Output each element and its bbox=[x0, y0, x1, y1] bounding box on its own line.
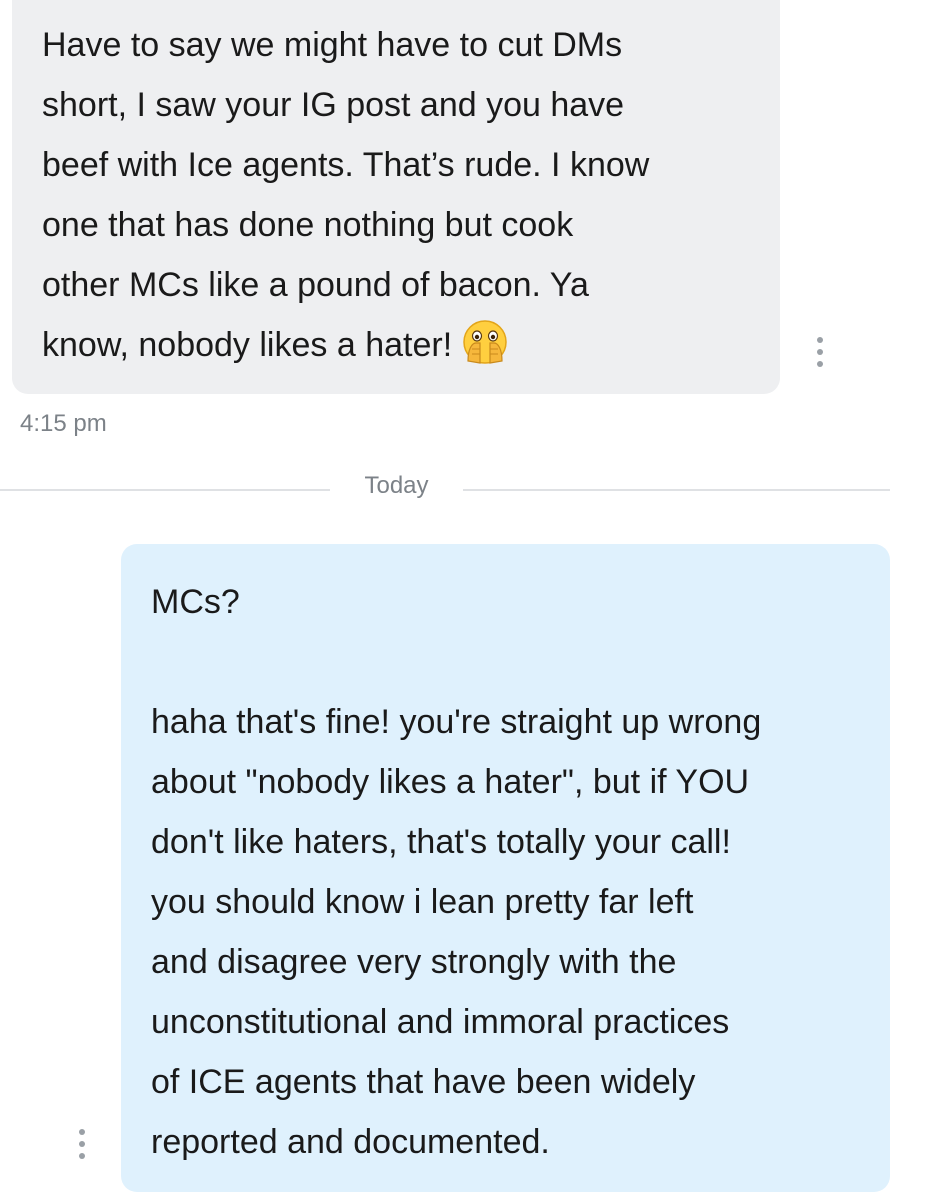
message-line: of ICE agents that have been widely bbox=[151, 1063, 696, 1101]
message-line: short, I saw your IG post and you have bbox=[42, 86, 625, 124]
incoming-message-bubble[interactable]: Have to say we might have to cut DMs sho… bbox=[12, 0, 780, 394]
face-with-open-eyes-and-hand-over-mouth-icon bbox=[462, 319, 508, 365]
conversation-view: Have to say we might have to cut DMs sho… bbox=[0, 0, 930, 1200]
day-divider-label: Today bbox=[364, 472, 429, 499]
message-line: unconstitutional and immoral practices bbox=[151, 1003, 730, 1041]
more-options-icon[interactable] bbox=[77, 1129, 87, 1163]
message-line-last: know, nobody likes a hater! bbox=[42, 315, 750, 375]
more-options-icon[interactable] bbox=[815, 337, 825, 371]
message-line: beef with Ice agents. That’s rude. I kno… bbox=[42, 146, 650, 184]
message-line: reported and documented. bbox=[151, 1123, 550, 1161]
message-line: other MCs like a pound of bacon. Ya bbox=[42, 266, 589, 304]
message-line: about "nobody likes a hater", but if YOU bbox=[151, 763, 750, 801]
message-line: you should know i lean pretty far left bbox=[151, 883, 694, 921]
message-line: and disagree very strongly with the bbox=[151, 943, 677, 981]
message-line: one that has done nothing but cook bbox=[42, 206, 574, 244]
message-line: Have to say we might have to cut DMs bbox=[42, 26, 623, 64]
divider-line-left bbox=[0, 489, 330, 491]
message-line: MCs? bbox=[151, 583, 240, 621]
divider-line-right bbox=[463, 489, 890, 491]
message-line: haha that's fine! you're straight up wro… bbox=[151, 703, 762, 741]
message-line: don't like haters, that's totally your c… bbox=[151, 823, 731, 861]
outgoing-message-bubble[interactable]: MCs? haha that's fine! you're straight u… bbox=[121, 544, 890, 1192]
message-timestamp: 4:15 pm bbox=[20, 410, 107, 437]
